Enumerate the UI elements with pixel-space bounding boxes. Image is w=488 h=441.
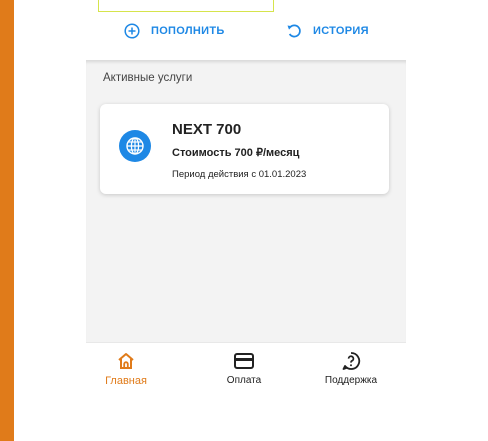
nav-item-support[interactable]: Поддержка (311, 351, 391, 386)
balance-box-bottom-edge (98, 0, 274, 12)
nav-label-support: Поддержка (324, 375, 378, 386)
left-accent-bar (0, 0, 14, 441)
history-button[interactable]: ИСТОРИЯ (285, 18, 369, 44)
service-card[interactable]: NEXT 700 Стоимость 700 ₽/месяц Период де… (100, 104, 389, 194)
history-icon (285, 22, 303, 40)
nav-label-payment: Оплата (226, 375, 262, 386)
nav-item-payment[interactable]: Оплата (204, 351, 284, 386)
plus-circle-icon (123, 22, 141, 40)
globe-icon (119, 130, 151, 162)
app-screen: ПОПОЛНИТЬ ИСТОРИЯ Активные услуги NEXT 7… (86, 0, 406, 395)
bottom-nav: Главная Оплата Поддержка (86, 342, 406, 395)
help-icon (341, 351, 361, 371)
action-row: ПОПОЛНИТЬ ИСТОРИЯ (86, 18, 406, 44)
card-icon (233, 351, 255, 371)
services-area: Активные услуги NEXT 700 Стоимость 700 ₽… (86, 60, 406, 342)
topup-button[interactable]: ПОПОЛНИТЬ (123, 18, 225, 44)
topup-label: ПОПОЛНИТЬ (151, 25, 225, 37)
nav-item-home[interactable]: Главная (86, 351, 166, 387)
service-period: Период действия с 01.01.2023 (172, 169, 307, 180)
service-name: NEXT 700 (172, 121, 242, 138)
active-services-title: Активные услуги (103, 72, 193, 84)
history-label: ИСТОРИЯ (313, 25, 369, 37)
home-icon (116, 351, 136, 371)
service-price: Стоимость 700 ₽/месяц (172, 147, 300, 159)
nav-label-home: Главная (105, 375, 147, 387)
left-gap (14, 0, 23, 441)
